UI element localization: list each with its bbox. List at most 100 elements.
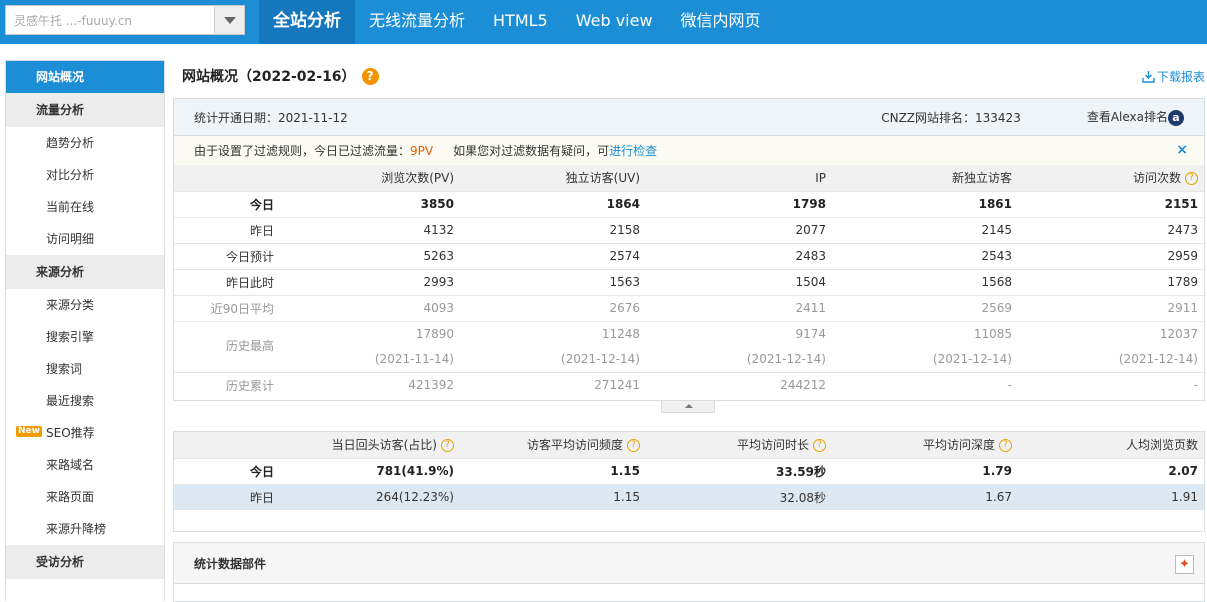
cnzz-rank: CNZZ网站排名：133423 — [881, 110, 1021, 125]
table-cell: 1.15 — [460, 483, 646, 510]
filtered-pv: 9PV — [410, 143, 434, 158]
help-icon[interactable]: ? — [999, 439, 1012, 453]
table-cell: 2483 — [646, 242, 832, 269]
table-header-visits: 访问次数? — [1018, 165, 1204, 191]
row-label: 今日 — [174, 457, 274, 484]
table-row: 昨日此时 2993 1563 1504 1568 1789 — [174, 268, 1204, 295]
sidebar-item-seo[interactable]: New SEO推荐 — [6, 417, 164, 449]
table-cell: 1.91 — [1018, 483, 1204, 510]
collapse-toggle[interactable] — [661, 401, 715, 413]
table-row: 历史最高 17890 (2021-11-14) 11248 (2021-12-14)… — [174, 320, 1204, 372]
table-header-label: 平均访问时长 — [736, 438, 809, 453]
sidebar-item-source-category[interactable]: 来源分类 — [6, 289, 164, 321]
sidebar-item-overview[interactable]: 网站概况 — [6, 61, 164, 93]
sidebar-group-visited[interactable]: 受访分析 — [6, 545, 164, 579]
table-header-label: 当日回头访客(占比) — [331, 438, 437, 453]
peak-value: 12037 — [1159, 326, 1198, 341]
table-cell: 3850 — [274, 190, 460, 217]
table-cell: 12037 (2021-12-14) — [1018, 320, 1204, 372]
table-cell: 271241 — [460, 371, 646, 398]
table-cell: 1568 — [832, 268, 1018, 295]
sidebar-group-traffic[interactable]: 流量分析 — [6, 93, 164, 127]
table-row: 昨日 264(12.23%) 1.15 32.08秒 1.67 1.91 — [174, 483, 1204, 510]
page-header: 网站概况（2022-02-16） ? — [173, 60, 1205, 92]
table-cell: 2959 — [1018, 242, 1204, 269]
sidebar-item-trend[interactable]: 趋势分析 — [6, 127, 164, 159]
help-icon[interactable]: ? — [627, 439, 640, 453]
tab-wechat-pages[interactable]: 微信内网页 — [667, 0, 775, 44]
table-cell: 2569 — [832, 294, 1018, 321]
peak-date: (2021-12-14) — [746, 351, 826, 366]
open-date: 统计开通日期：2021-11-12 — [194, 110, 348, 125]
table-cell: 1789 — [1018, 268, 1204, 295]
check-link[interactable]: 进行检查 — [609, 142, 657, 159]
sidebar-item-search-engine[interactable]: 搜索引擎 — [6, 321, 164, 353]
row-label: 昨日 — [174, 216, 274, 243]
peak-date: (2021-12-14) — [560, 351, 640, 366]
table-row: 历史累计 421392 271241 244212 - - — [174, 371, 1204, 398]
visitor-quality-table: 当日回头访客(占比)? 访客平均访问频度? 平均访问时长? 平均访问深度? 人均… — [174, 432, 1204, 510]
table-header-blank — [174, 432, 274, 458]
help-icon[interactable]: ? — [1185, 172, 1198, 186]
help-icon[interactable]: ? — [441, 439, 454, 453]
site-selector[interactable]: 灵感午托 ...-fuuuy.cn — [5, 5, 245, 35]
tab-site-analysis[interactable]: 全站分析 — [259, 0, 355, 44]
table-cell: 4132 — [274, 216, 460, 243]
help-icon[interactable]: ? — [813, 439, 826, 453]
table-cell: 2676 — [460, 294, 646, 321]
table-header-label: 访客平均访问频度 — [526, 438, 623, 453]
sidebar-item-search-term[interactable]: 搜索词 — [6, 353, 164, 385]
site-selector-dropdown-button[interactable] — [214, 6, 244, 34]
table-header: 新独立访客 — [832, 165, 1018, 191]
table-cell: 2574 — [460, 242, 646, 269]
table-row: 今日 781(41.9%) 1.15 33.59秒 1.79 2.07 — [174, 457, 1204, 484]
table-header: 独立访客(UV) — [460, 165, 646, 191]
peak-value: 11085 — [973, 326, 1012, 341]
peak-value: 17890 — [415, 326, 454, 341]
sidebar-item-referrer-page[interactable]: 来路页面 — [6, 481, 164, 513]
table-cell: 2411 — [646, 294, 832, 321]
table-cell: 2473 — [1018, 216, 1204, 243]
table-row: 近90日平均 4093 2676 2411 2569 2911 — [174, 294, 1204, 321]
peak-date: (2021-11-14) — [374, 351, 454, 366]
sidebar-item-visit-detail[interactable]: 访问明细 — [6, 223, 164, 255]
row-label: 历史累计 — [174, 371, 274, 398]
sidebar-item-source-rank[interactable]: 来源升降榜 — [6, 513, 164, 545]
sidebar-item-referrer-domain[interactable]: 来路域名 — [6, 449, 164, 481]
table-cell: 5263 — [274, 242, 460, 269]
sidebar-item-online[interactable]: 当前在线 — [6, 191, 164, 223]
alexa-rank-label: 查看Alexa排名 — [1086, 110, 1168, 125]
table-row: 今日 3850 1864 1798 1861 2151 — [174, 190, 1204, 217]
tab-html5[interactable]: HTML5 — [479, 0, 562, 44]
overview-panel: 统计开通日期：2021-11-12 CNZZ网站排名：133423 查看Alex… — [173, 98, 1205, 401]
filter-question-text: 如果您对过滤数据有疑问，可 — [453, 144, 610, 158]
download-icon — [1142, 71, 1155, 83]
table-header-label: 访问次数 — [1132, 171, 1181, 186]
main-content: 网站概况（2022-02-16） ? 下载报表 统计开通日期：2021-11-1… — [173, 60, 1205, 602]
sidebar-item-label: SEO推荐 — [46, 426, 95, 440]
sidebar-item-recent-search[interactable]: 最近搜索 — [6, 385, 164, 417]
sidebar-group-source[interactable]: 来源分析 — [6, 255, 164, 289]
table-header: 人均浏览页数 — [1018, 432, 1204, 458]
table-cell: - — [832, 371, 1018, 398]
table-cell: 264(12.23%) — [274, 483, 460, 510]
table-header: 平均访问深度? — [832, 432, 1018, 458]
table-row: 今日预计 5263 2574 2483 2543 2959 — [174, 242, 1204, 269]
table-header: 浏览次数(PV) — [274, 165, 460, 191]
download-report-button[interactable]: 下载报表 — [1142, 68, 1205, 85]
pin-icon[interactable]: ✦ — [1175, 555, 1194, 574]
row-label: 近90日平均 — [174, 294, 274, 321]
table-header-row: 当日回头访客(占比)? 访客平均访问频度? 平均访问时长? 平均访问深度? 人均… — [174, 432, 1204, 458]
table-cell: 11085 (2021-12-14) — [832, 320, 1018, 372]
table-cell: 33.59秒 — [646, 457, 832, 484]
filter-notice-text: 由于设置了过滤规则，今日已过滤流量： — [194, 144, 411, 158]
table-cell: 244212 — [646, 371, 832, 398]
tab-webview[interactable]: Web view — [562, 0, 667, 44]
close-icon[interactable]: × — [1176, 142, 1188, 158]
table-cell: 421392 — [274, 371, 460, 398]
help-icon[interactable]: ? — [361, 67, 379, 85]
sidebar-item-compare[interactable]: 对比分析 — [6, 159, 164, 191]
tab-wireless-traffic[interactable]: 无线流量分析 — [355, 0, 479, 44]
alexa-icon: a — [1168, 109, 1184, 126]
alexa-rank-link[interactable]: 查看Alexa排名 a — [1087, 108, 1184, 126]
